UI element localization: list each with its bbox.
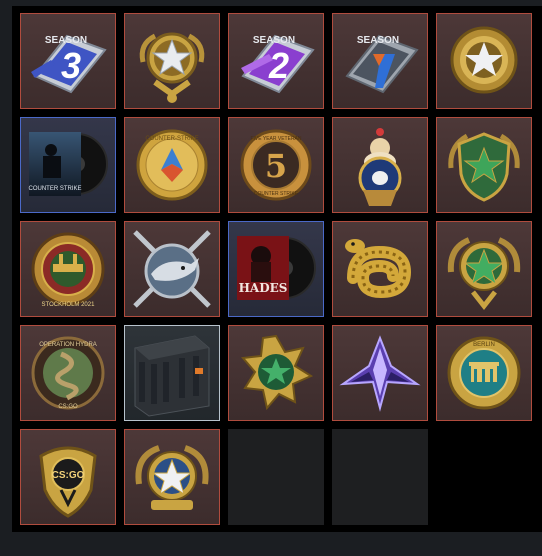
music-kit-hades-icon: HADES [237,236,316,300]
stockholm-coin-icon: STOCKHOLM 2021 [31,232,105,308]
weapon-case-icon [134,335,210,417]
veteran-label: FIVE YEAR VETERAN [250,136,301,142]
anniversary-coin-icon: COUNTER-STRIKE [136,129,208,201]
csgo-badge-icon: CS:GO [39,446,97,518]
music-kit-counter-strike-icon: COUNTER STRIKE [28,132,108,196]
item-counter-strike-anniversary-coin[interactable]: COUNTER-STRIKE [124,117,220,213]
item-berlin-2019-coin[interactable]: BERLIN [436,325,532,421]
item-gold-star-medal[interactable] [436,13,532,109]
season-label: SEASON [45,35,87,46]
item-music-kit-hades[interactable]: HADES [228,221,324,317]
season-3-coin-icon: 3 SEASON [31,34,107,94]
item-weapon-case[interactable] [124,325,220,421]
item-gold-snake-pin[interactable] [332,221,428,317]
coin-label: STOCKHOLM 2021 [42,302,96,308]
green-star-shield-icon [448,132,520,202]
gold-star-medal-icon [450,26,518,94]
season-numeral: 3 [61,45,81,86]
music-kit-title: HADES [239,281,288,295]
item-purple-crystal-pin[interactable] [332,325,428,421]
item-season-2-coin[interactable]: 2 SEASON [228,13,324,109]
item-five-year-veteran-coin[interactable]: 5 FIVE YEAR VETERAN COUNTER STRIKE [228,117,324,213]
gold-snake-icon [345,239,412,299]
berlin-coin-icon: BERLIN [447,336,521,410]
blue-star-wreath-icon [135,445,209,510]
five-year-veteran-coin-icon: 5 FIVE YEAR VETERAN COUNTER STRIKE [240,129,312,201]
season-2-coin-icon: 2 SEASON [241,34,315,94]
veteran-numeral: 5 [265,147,287,185]
green-star-service-icon [241,334,314,411]
item-csgo-badge-coin[interactable]: CS:GO [20,429,116,525]
season-1-coin-icon: SEASON [345,34,419,94]
inventory-panel: 3 SEASON 2 SEASON SEASON COUNTER STRIKE … [12,6,542,532]
item-blue-star-wreath-medal[interactable] [124,429,220,525]
item-green-star-shield-medal[interactable] [436,117,532,213]
coin-label: OPERATION HYDRA [39,342,97,348]
empty-slot [228,429,324,525]
coin-sublabel: CS:GO [58,404,78,410]
veteran-sublabel: COUNTER STRIKE [254,191,299,197]
coin-label: COUNTER-STRIKE [145,136,198,142]
item-cupcake-pin[interactable] [332,117,428,213]
music-kit-title: COUNTER STRIKE [28,186,81,192]
item-season-3-coin[interactable]: 3 SEASON [20,13,116,109]
season-label: SEASON [253,35,295,46]
season-numeral: 2 [268,45,289,86]
purple-crystal-icon [339,335,421,412]
shark-swords-icon [133,230,211,308]
item-season-1-coin[interactable]: SEASON [332,13,428,109]
cupcake-icon [358,128,402,206]
season-label: SEASON [357,35,399,46]
empty-slot [332,429,428,525]
coin-label: BERLIN [473,342,495,348]
coin-label: CS:GO [52,470,85,481]
item-shark-crossed-swords-coin[interactable] [124,221,220,317]
item-music-kit-counter-strike[interactable]: COUNTER STRIKE [20,117,116,213]
green-star-wreath-icon [447,237,521,311]
gold-star-coin-icon [139,32,205,103]
item-operation-hydra-coin[interactable]: OPERATION HYDRA CS:GO [20,325,116,421]
item-gold-star-coin[interactable] [124,13,220,109]
item-green-star-service-medal[interactable] [228,325,324,421]
operation-hydra-icon: OPERATION HYDRA CS:GO [31,336,105,410]
item-green-star-wreath-medal[interactable] [436,221,532,317]
item-stockholm-2021-coin[interactable]: STOCKHOLM 2021 [20,221,116,317]
